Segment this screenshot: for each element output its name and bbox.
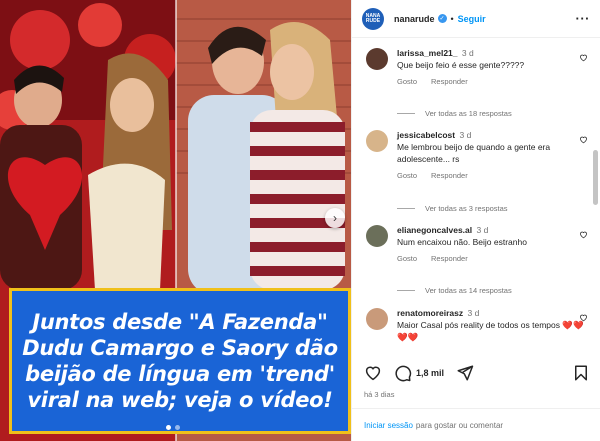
header-separator: • (450, 13, 454, 24)
headline-text: Juntos desde "A Fazenda" Dudu Camargo e … (22, 310, 338, 412)
comment-avatar[interactable] (366, 48, 388, 70)
comment-text: Que beijo feio é esse gente????? (397, 60, 525, 70)
replies-divider (397, 113, 415, 114)
comment-reply-button[interactable]: Responder (431, 171, 468, 180)
replies-divider (397, 208, 415, 209)
heart-icon[interactable] (579, 313, 588, 322)
scrollbar-thumb[interactable] (593, 150, 598, 205)
comment-text: Me lembrou beijo de quando a gente era a… (397, 142, 551, 164)
comment-item: larissa_mel21_ 3 d Que beijo feio é esse… (366, 48, 588, 86)
heart-icon[interactable] (579, 53, 588, 62)
comment-text: Maior Casal pós reality de todos os temp… (397, 320, 584, 342)
comment-item: jessicabelcost 3 d Me lembrou beijo de q… (366, 130, 588, 180)
comment-username[interactable]: elianegoncalves.al (397, 225, 472, 235)
post-timestamp[interactable]: há 3 dias (364, 390, 394, 399)
comments-list[interactable]: larissa_mel21_ 3 d Que beijo feio é esse… (352, 38, 590, 355)
comment-username[interactable]: jessicabelcost (397, 130, 455, 140)
post-media[interactable]: › Juntos desde "A Fazenda" Dudu Camargo … (0, 0, 351, 441)
verified-badge-icon: ✓ (437, 14, 447, 23)
comment-avatar[interactable] (366, 225, 388, 247)
comment-item: elianegoncalves.al 3 d Num encaixou não.… (366, 225, 588, 263)
heart-icon[interactable] (579, 135, 588, 144)
chevron-right-icon: › (333, 211, 337, 225)
comment-like-label[interactable]: Gosto (397, 77, 417, 86)
replies-divider (397, 290, 415, 291)
view-replies-text[interactable]: Ver todas as 14 respostas (425, 286, 512, 295)
post-panel: NANA RUDE nanarude ✓ • Seguir ··· lariss… (351, 0, 600, 441)
post-header: NANA RUDE nanarude ✓ • Seguir ··· (352, 0, 600, 38)
comment-time: 3 d (467, 308, 480, 318)
view-replies-text[interactable]: Ver todas as 18 respostas (425, 109, 512, 118)
comment-avatar[interactable] (366, 130, 388, 152)
comment-username[interactable]: renatomoreirasz (397, 308, 463, 318)
carousel-dot (175, 425, 180, 430)
view-replies-link[interactable]: Ver todas as 18 respostas (397, 109, 512, 118)
bookmark-icon[interactable] (572, 364, 590, 382)
profile-avatar[interactable]: NANA RUDE (362, 7, 384, 30)
comment-icon[interactable] (394, 364, 412, 382)
login-prompt: Iniciar sessão para gostar ou comentar (352, 408, 600, 441)
view-replies-link[interactable]: Ver todas as 14 respostas (397, 286, 512, 295)
comment-time: 3 d (459, 130, 472, 140)
comment-like-label[interactable]: Gosto (397, 254, 417, 263)
more-horizontal-icon[interactable]: ··· (576, 11, 591, 26)
comment-avatar[interactable] (366, 308, 388, 330)
comment-reply-button[interactable]: Responder (431, 77, 468, 86)
carousel-dot (166, 425, 171, 430)
comment-item: renatomoreirasz 3 d Maior Casal pós real… (366, 308, 588, 343)
view-replies-link[interactable]: Ver todas as 3 respostas (397, 204, 508, 213)
heart-icon[interactable] (364, 364, 382, 382)
comments-scrollbar[interactable] (593, 40, 598, 354)
login-prompt-text: para gostar ou comentar (415, 420, 504, 430)
comment-text: Num encaixou não. Beijo estranho (397, 237, 527, 247)
comment-username[interactable]: larissa_mel21_ (397, 48, 458, 58)
login-link[interactable]: Iniciar sessão (364, 421, 413, 430)
comment-count: 1,8 mil (416, 368, 445, 378)
comment-reply-button[interactable]: Responder (431, 254, 468, 263)
carousel-indicator (166, 425, 180, 430)
comment-like-label[interactable]: Gosto (397, 171, 417, 180)
comment-time: 3 d (461, 48, 474, 58)
follow-button[interactable]: Seguir (458, 14, 486, 24)
comment-time: 3 d (476, 225, 489, 235)
heart-icon[interactable] (579, 230, 588, 239)
action-bar: 1,8 mil (364, 362, 590, 384)
profile-username[interactable]: nanarude (394, 14, 435, 24)
headline-banner: Juntos desde "A Fazenda" Dudu Camargo e … (9, 288, 351, 434)
carousel-next-button[interactable]: › (325, 208, 345, 228)
view-replies-text[interactable]: Ver todas as 3 respostas (425, 204, 508, 213)
share-icon[interactable] (456, 364, 474, 382)
